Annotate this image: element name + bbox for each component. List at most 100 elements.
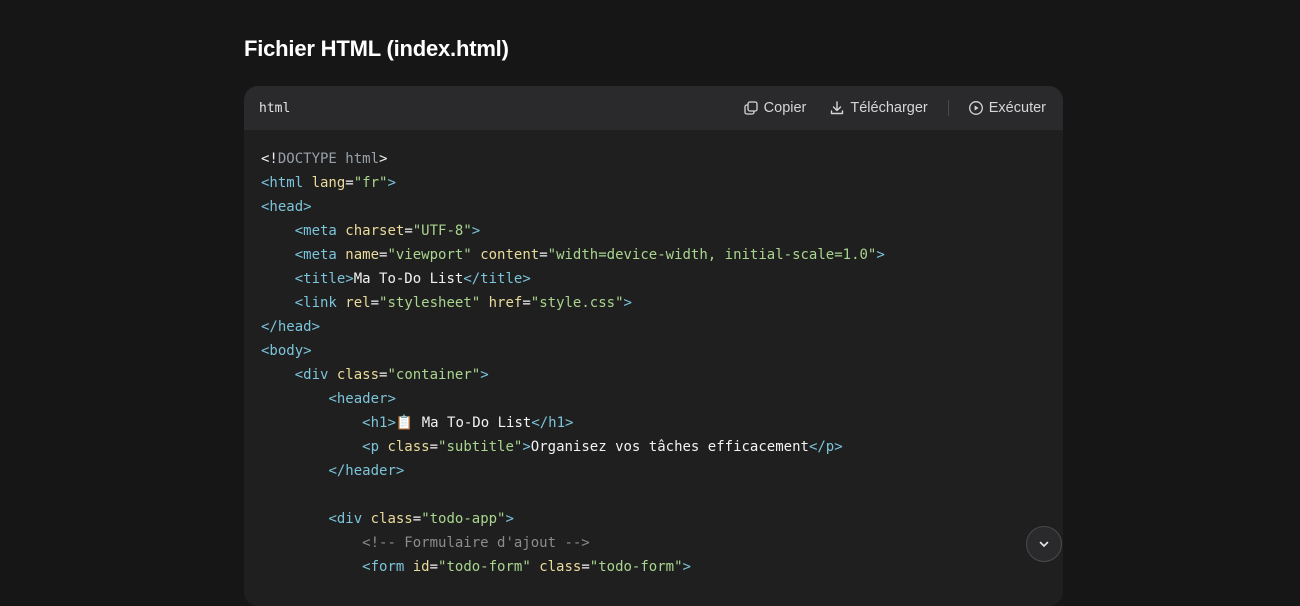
code-tag: <title> xyxy=(294,271,354,287)
code-attribute: id xyxy=(412,559,430,575)
code-attribute: class xyxy=(336,367,380,383)
code-actions: Copier Télécharger Exécuter xyxy=(743,100,1046,116)
code-line: <h1>📋 Ma To-Do List</h1> xyxy=(261,411,1063,435)
code-text: = xyxy=(581,559,590,575)
code-tag: > xyxy=(522,439,531,455)
code-line: <title>Ma To-Do List</title> xyxy=(261,267,1063,291)
code-tag: > xyxy=(876,247,885,263)
code-tag: <body> xyxy=(261,343,312,359)
copy-button[interactable]: Copier xyxy=(743,100,807,116)
code-text: = xyxy=(345,175,354,191)
code-tag: > xyxy=(682,559,691,575)
code-text: = xyxy=(404,223,413,239)
code-attribute: content xyxy=(480,247,540,263)
code-text: <! xyxy=(261,151,278,167)
code-attribute: charset xyxy=(345,223,405,239)
code-tag: <div xyxy=(294,367,337,383)
code-line: <link rel="stylesheet" href="style.css"> xyxy=(261,291,1063,315)
code-attribute: href xyxy=(488,295,523,311)
code-block: html Copier Télécharger Exécuter <!DOCTY… xyxy=(244,86,1063,606)
code-text: = xyxy=(370,295,380,311)
code-attribute: rel xyxy=(345,295,371,311)
code-tag: > xyxy=(505,511,514,527)
code-line: <header> xyxy=(261,387,1063,411)
code-tag: </p> xyxy=(808,439,843,455)
code-text: = xyxy=(429,439,439,455)
code-string: "fr" xyxy=(353,175,388,191)
code-string: "viewport" xyxy=(387,247,472,263)
play-circle-icon xyxy=(968,101,983,115)
code-string: "todo-form" xyxy=(589,559,683,575)
code-string: "todo-app" xyxy=(421,511,506,527)
code-attribute: name xyxy=(345,247,380,263)
code-text: Ma To-Do List xyxy=(353,271,464,287)
scroll-down-button[interactable] xyxy=(1026,526,1062,562)
code-tag: <meta xyxy=(294,247,346,263)
code-tag: </h1> xyxy=(531,415,574,431)
code-content: <!DOCTYPE html> <html lang="fr"> <head> <m… xyxy=(244,130,1063,579)
code-line: <html lang="fr"> xyxy=(261,171,1063,195)
code-line: <meta charset="UTF-8"> xyxy=(261,219,1063,243)
code-text: = xyxy=(429,559,439,575)
code-text: = xyxy=(412,511,422,527)
code-tag: <link xyxy=(294,295,346,311)
copy-label: Copier xyxy=(763,100,807,116)
code-line: <form id="todo-form" class="todo-form"> xyxy=(261,555,1063,579)
code-string: "UTF-8" xyxy=(412,223,472,239)
code-doctype: DOCTYPE html xyxy=(277,151,380,167)
code-tag: </header> xyxy=(328,463,405,479)
code-string: "todo-form" xyxy=(438,559,531,575)
download-icon xyxy=(831,101,844,115)
code-block-header: html Copier Télécharger Exécuter xyxy=(244,86,1063,130)
code-tag: </title> xyxy=(463,271,531,287)
run-button[interactable]: Exécuter xyxy=(968,100,1046,116)
code-tag: > xyxy=(623,295,632,311)
code-attribute: class xyxy=(539,559,582,575)
code-tag: </head> xyxy=(261,319,321,335)
chevron-down-icon xyxy=(1039,541,1049,547)
code-string: "container" xyxy=(387,367,481,383)
code-tag: > xyxy=(387,175,396,191)
download-button[interactable]: Télécharger xyxy=(829,100,928,116)
code-text: = xyxy=(539,247,548,263)
code-line: <div class="todo-app"> xyxy=(261,507,1063,531)
code-line: <p class="subtitle">Organisez vos tâches… xyxy=(261,435,1063,459)
code-tag: <meta xyxy=(294,223,346,239)
code-tag: <p xyxy=(362,439,388,455)
code-text: = xyxy=(522,295,531,311)
code-attribute: class xyxy=(370,511,413,527)
code-tag: <h1> xyxy=(362,415,396,431)
code-tag: <head> xyxy=(261,199,312,215)
download-label: Télécharger xyxy=(850,100,928,116)
code-tag: > xyxy=(480,367,489,383)
code-text: Organisez vos tâches efficacement xyxy=(530,439,809,455)
code-line: </head> xyxy=(261,315,1063,339)
code-tag: <html xyxy=(261,175,312,191)
code-text: > xyxy=(379,151,388,167)
code-tag: > xyxy=(471,223,481,239)
code-string: "style.css" xyxy=(530,295,624,311)
code-tag: <form xyxy=(362,559,413,575)
code-string: "subtitle" xyxy=(438,439,523,455)
code-line: <!DOCTYPE html> xyxy=(261,147,1063,171)
code-string: "stylesheet" xyxy=(379,295,481,311)
code-attribute: lang xyxy=(311,175,346,191)
section-title: Fichier HTML (index.html) xyxy=(244,36,509,61)
code-line: <head> xyxy=(261,195,1063,219)
code-line: <!-- Formulaire d'ajout --> xyxy=(261,531,1063,555)
code-tag: <header> xyxy=(328,391,396,407)
code-line: <meta name="viewport" content="width=dev… xyxy=(261,243,1063,267)
